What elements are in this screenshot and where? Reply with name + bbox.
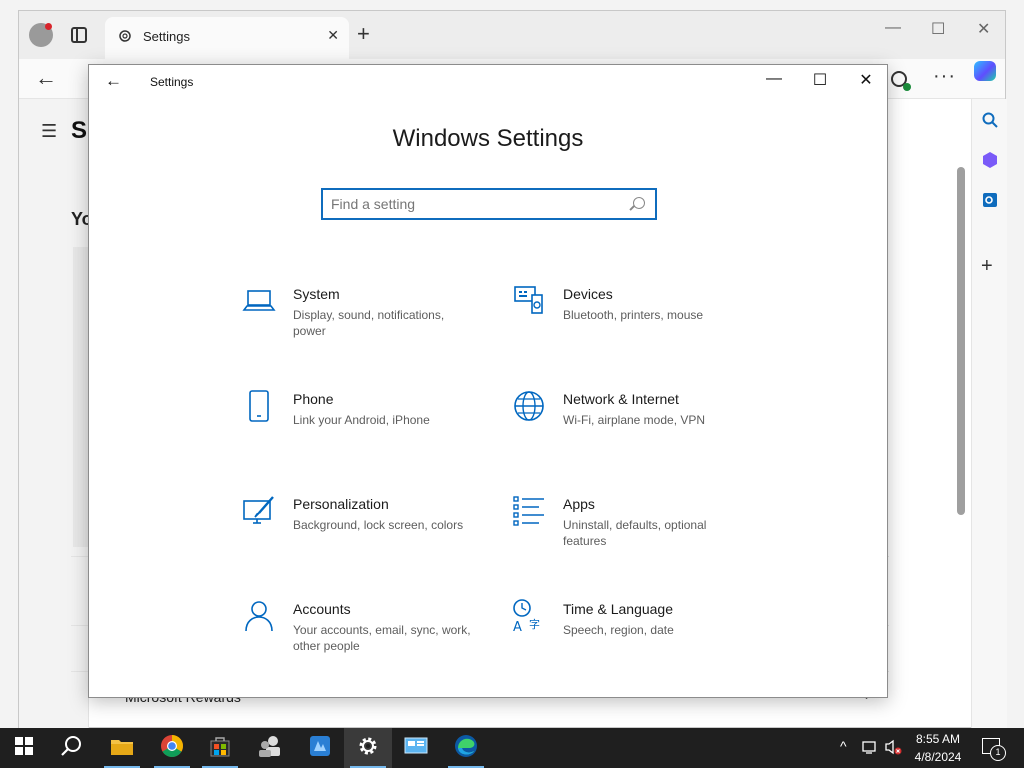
search-icon [61,735,83,762]
category-description: Bluetooth, printers, mouse [563,308,704,322]
category-network[interactable]: Network & Internet Wi-Fi, airplane mode,… [511,388,751,478]
taskbar: ^ 8:55 AM 4/8/2024 1 [0,728,1024,768]
taskbar-chrome[interactable] [148,728,196,768]
volume-muted-icon[interactable] [884,739,902,768]
paintbrush-icon [241,493,277,529]
new-tab-button[interactable]: + [357,21,370,47]
category-description: Your accounts, email, sync, work, other … [293,623,471,653]
search-input[interactable] [331,194,621,214]
store-icon [209,735,231,762]
settings-icon [357,735,379,762]
taskbar-edge[interactable] [442,728,490,768]
folder-icon [110,736,134,761]
category-description: Speech, region, date [563,623,674,637]
category-title: Phone [293,391,334,407]
shopping-icon[interactable] [981,151,999,174]
search-icon [633,197,645,209]
category-phone[interactable]: Phone Link your Android, iPhone [241,388,481,478]
category-title: Time & Language [563,601,673,617]
category-description: Background, lock screen, colors [293,518,464,532]
category-apps[interactable]: Apps Uninstall, defaults, optional featu… [511,493,751,583]
tab-strip: Settings ✕ + — ☐ ✕ [19,11,1005,59]
taskbar-app[interactable] [296,728,344,768]
devices-icon [511,283,547,319]
page-title: Windows Settings [392,125,584,152]
edge-icon [454,734,478,763]
category-time-language[interactable]: A字 Time & Language Speech, region, date [511,598,751,688]
apps-list-icon [511,493,547,529]
category-description: Wi-Fi, airplane mode, VPN [563,413,706,427]
laptop-icon [241,283,277,319]
page-content-left: ☰ S Yo [19,99,93,729]
category-title: Devices [563,286,613,302]
category-devices[interactable]: Devices Bluetooth, printers, mouse [511,283,751,373]
windows-logo-icon [15,736,33,760]
more-options-icon[interactable]: ··· [933,65,956,88]
category-accounts[interactable]: Accounts Your accounts, email, sync, wor… [241,598,481,688]
person-icon [241,598,277,634]
category-description: Display, sound, notifications, power [293,308,445,338]
taskbar-people[interactable] [246,728,294,768]
page-title-fragment: S [71,117,88,144]
back-button[interactable]: ← [105,71,122,91]
people-icon [258,735,282,762]
outlook-icon[interactable] [981,191,999,214]
phone-icon [241,388,277,424]
browser-maximize-button[interactable]: ☐ [931,19,945,39]
taskbar-store[interactable] [196,728,244,768]
settings-titlebar: ← Settings — ☐ ✕ [89,65,887,99]
taskbar-settings[interactable] [344,728,392,768]
hamburger-menu-icon[interactable]: ☰ [41,121,57,142]
browser-back-icon[interactable]: ← [35,65,57,91]
category-title: Network & Internet [563,391,679,407]
clock-time: 8:55 AM [915,732,961,746]
extension-icon[interactable] [891,71,911,91]
taskbar-remote-desktop[interactable] [392,728,440,768]
notification-badge: 1 [990,745,1006,761]
category-description: Uninstall, defaults, optional features [563,518,707,548]
taskbar-search-button[interactable] [48,728,96,768]
app-icon [308,734,332,763]
tab-actions-icon[interactable] [71,27,87,43]
maximize-button[interactable]: ☐ [797,70,843,94]
search-box[interactable] [321,188,657,220]
category-description: Link your Android, iPhone [293,413,430,427]
gear-icon [117,28,133,49]
category-personalization[interactable]: Personalization Background, lock screen,… [241,493,481,583]
taskbar-file-explorer[interactable] [98,728,146,768]
show-hidden-icons-icon[interactable]: ^ [840,738,847,768]
sidebar-rail: + [971,99,1007,729]
minimize-button[interactable]: — [751,70,797,94]
category-title: System [293,286,340,302]
search-icon[interactable] [981,111,999,134]
settings-window: ← Settings — ☐ ✕ Windows Settings System… [88,64,888,698]
remote-desktop-icon [404,736,428,761]
category-title: Accounts [293,601,351,617]
time-language-icon: A字 [511,598,547,635]
tab-close-icon[interactable]: ✕ [327,27,339,44]
page-scrollbar[interactable] [957,167,965,515]
network-icon[interactable] [862,739,878,768]
browser-close-button[interactable]: ✕ [977,19,990,39]
browser-tab-settings[interactable]: Settings ✕ [105,17,349,59]
browser-minimize-button[interactable]: — [885,19,901,37]
close-button[interactable]: ✕ [843,70,889,94]
tab-title: Settings [143,29,190,44]
add-icon[interactable]: + [981,255,993,278]
window-title: Settings [150,75,194,89]
category-system[interactable]: System Display, sound, notifications, po… [241,283,481,373]
category-title: Personalization [293,496,389,512]
notification-dot [45,23,52,30]
svg-text:字: 字 [529,617,540,631]
system-clock[interactable]: 8:55 AM 4/8/2024 [906,730,970,766]
clock-date: 4/8/2024 [914,750,962,764]
start-button[interactable] [0,728,48,768]
chrome-icon [160,734,184,763]
category-title: Apps [563,496,595,512]
globe-icon [511,388,547,424]
copilot-icon[interactable] [974,61,996,81]
svg-text:A: A [513,620,522,634]
